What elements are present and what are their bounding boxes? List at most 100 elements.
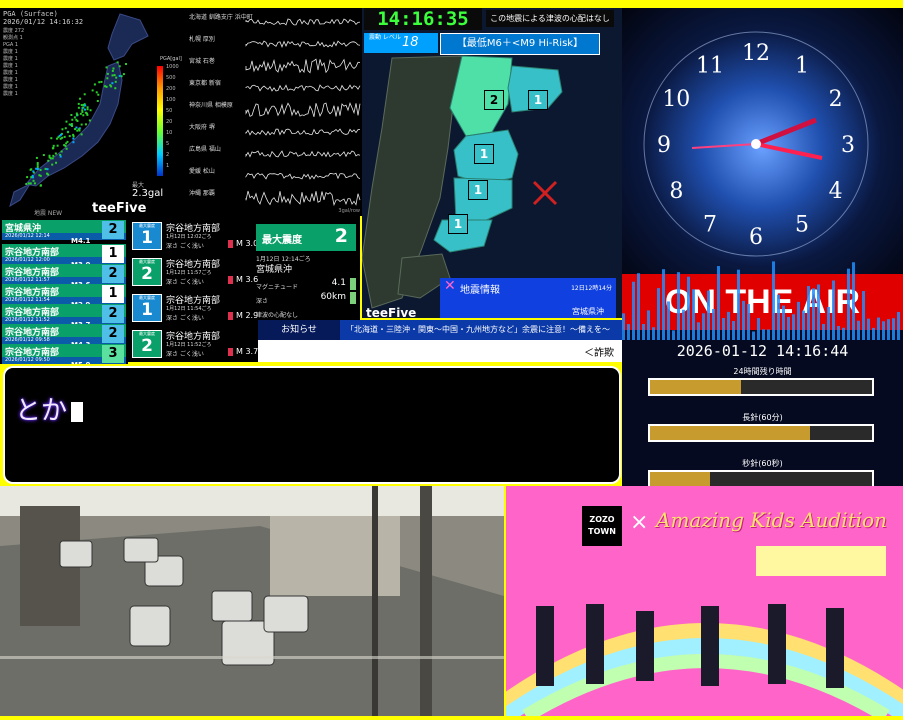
clock-number: 11 xyxy=(696,53,724,78)
intensity-badge-value: 2 xyxy=(141,264,153,284)
notice-ticker: お知らせ 「北海道・三陸沖・関東〜中国・九州地方など」余震に注意！〜備えを〜 ＜… xyxy=(258,320,622,362)
station-label: 神奈川県 相模原 xyxy=(189,102,233,109)
station-label: 沖縄 那覇 xyxy=(189,190,215,197)
event-magnitude: M5.0 xyxy=(71,361,90,364)
clock-number: 7 xyxy=(703,213,717,238)
intensity-badge: 最大震度 1 xyxy=(132,222,162,250)
event-date: 2026/01/12 12:00 xyxy=(5,257,50,263)
list-item[interactable]: 宗谷地方南部2026/01/12 09:58M4.32 xyxy=(2,324,126,349)
intensity-badge: 最大震度 2 xyxy=(132,258,162,286)
station-label: 北海道 釧路支庁 浜中町 xyxy=(189,14,253,21)
clock-number: 10 xyxy=(662,87,690,112)
clock-number: 4 xyxy=(829,179,843,204)
scale-tick-label: 1 xyxy=(166,163,170,169)
shindo-region-badge: 1 xyxy=(468,180,488,200)
event-date: 2026/01/12 11:52 xyxy=(5,317,50,323)
max-intensity-label: 最大震度 xyxy=(262,235,302,246)
shindo-map-panel: 2 1 1 1 1 14:16:35 この地震による津波の心配はなし 震動 レベ… xyxy=(362,8,622,318)
scale-tick-label: 2 xyxy=(166,152,170,158)
clock-panel: 12 1 2 3 4 5 6 7 8 9 10 11 ON THE AIR 2026-01-12 14… xyxy=(622,8,903,486)
event-date: 2026/01/12 11:54 xyxy=(5,297,50,303)
remaining-progress-fill xyxy=(650,380,742,394)
detail-depth: 深さ ごく浅い xyxy=(166,351,204,358)
teefive-logo: teeFive xyxy=(366,306,417,318)
remaining-label: 秒針(60秒) xyxy=(742,459,783,468)
notice-message: 「北海道・三陸沖・関東〜中国・九州地方など」余震に注意！〜備えを〜 xyxy=(346,325,610,334)
input-text: とか xyxy=(15,396,68,426)
shake-level-box: 震動 レベル 18 xyxy=(364,33,438,53)
zozotown-logo: ZOZO TOWN xyxy=(582,506,622,546)
shindo-region-badge: 2 xyxy=(484,90,504,110)
detail-magnitude: M 3.0 xyxy=(228,239,258,248)
scale-title: PGA[gal] xyxy=(160,56,182,62)
promo-title: Amazing Kids Audition xyxy=(656,508,887,532)
remaining-progress-fill xyxy=(650,472,710,486)
summary-region: 宮城県沖 xyxy=(256,265,293,275)
depth-indicator xyxy=(350,292,356,304)
detail-magnitude: M 2.9 xyxy=(228,311,258,320)
shindo-region-badge: 1 xyxy=(448,214,468,234)
detail-magnitude: M 3.7 xyxy=(228,347,258,356)
scale-tick-label: 500 xyxy=(166,75,176,81)
promo-video: ZOZO TOWN × Amazing Kids Audition xyxy=(506,486,903,716)
remaining-label: 24時間残り時間 xyxy=(733,367,792,376)
list-item[interactable]: 宗谷地方南部2026/01/12 11:54M2.91 xyxy=(2,284,126,309)
magnitude-marker xyxy=(228,347,233,356)
detail-depth: 深さ ごく浅い xyxy=(166,243,204,250)
shindo-region-badge: 1 xyxy=(474,144,494,164)
remaining-progress-bar xyxy=(648,378,874,396)
quake-info-time: 12日12時14分 xyxy=(571,285,612,292)
station-label: 愛媛 松山 xyxy=(189,168,215,175)
event-list: 宮城県沖 2026/01/12 12:14 M4.1 2 宗谷地方南部 2026/0… xyxy=(0,216,128,364)
event-date: 2026/01/12 09:50 xyxy=(5,357,50,363)
intensity-badge: 最大震度 1 xyxy=(132,294,162,322)
quake-info-box: ✕ 地震情報 12日12時14分 宮城県沖 xyxy=(440,278,616,318)
event-date: 2026/01/12 09:58 xyxy=(5,337,50,343)
event-intensity: 2 xyxy=(102,221,124,239)
list-item[interactable]: 宮城県沖 2026/01/12 12:14 M4.1 2 xyxy=(2,220,126,245)
text-caret xyxy=(71,401,84,422)
hour-hand xyxy=(755,117,817,147)
list-item[interactable]: 宗谷地方南部2026/01/12 12:00M3.01 xyxy=(2,244,126,269)
max-intensity-value: 2 xyxy=(334,225,348,247)
scale-tick-label: 50 xyxy=(166,108,173,114)
station-label: 広島県 福山 xyxy=(189,146,221,153)
clock-number: 2 xyxy=(829,87,843,112)
clock-number: 8 xyxy=(669,179,683,204)
pga-color-scale xyxy=(157,66,163,176)
minute-hand xyxy=(755,142,823,160)
magnitude-indicator xyxy=(350,278,356,290)
station-label: 東京都 新宿 xyxy=(189,80,221,87)
scam-warning: ＜詐欺 xyxy=(584,348,614,359)
remaining-label: 長針(60分) xyxy=(742,413,783,422)
intensity-badge-value: 1 xyxy=(141,228,153,248)
detail-time: 1月12日 11:57ごろ xyxy=(166,270,212,276)
no-tsunami-banner: この地震による津波の心配はなし xyxy=(486,10,614,27)
analog-clock: 12 12 3 45 6 78 9 1011 xyxy=(643,31,869,257)
list-item[interactable]: 宗谷地方南部2026/01/12 09:50M5.03 xyxy=(2,344,126,364)
depth-value: 60km xyxy=(320,292,346,302)
list-item[interactable]: 宗谷地方南部2026/01/12 11:52M3.72 xyxy=(2,304,126,329)
risk-banner: 【最低M6＋<M9 Hi-Risk】 xyxy=(440,33,600,55)
text-input-box[interactable]: とか xyxy=(3,366,621,484)
station-label: 宮城 石巻 xyxy=(189,58,215,65)
magnitude-marker xyxy=(228,275,233,284)
detail-depth: 深さ ごく浅い xyxy=(166,315,204,322)
event-intensity: 1 xyxy=(102,245,124,263)
scale-tick-label: 5 xyxy=(166,141,170,147)
max-gal-value: 2.3gal xyxy=(132,188,164,199)
magnitude-marker xyxy=(228,239,233,248)
event-date: 2026/01/12 11:57 xyxy=(5,277,50,283)
street-scene xyxy=(0,486,504,716)
shake-level-label: 震動 レベル xyxy=(369,34,401,41)
list-item[interactable]: 宗谷地方南部2026/01/12 11:57M3.62 xyxy=(2,264,126,289)
news-label: 地震 NEW xyxy=(34,210,63,216)
notice-label: お知らせ xyxy=(258,320,340,340)
intensity-badge-value: 2 xyxy=(141,336,153,356)
magnitude-marker xyxy=(228,311,233,320)
shindo-region-badge: 1 xyxy=(528,90,548,110)
event-intensity: 2 xyxy=(102,325,124,343)
collab-cross: × xyxy=(630,510,649,535)
epicenter-icon: ✕ xyxy=(444,278,456,294)
scale-tick-label: 1000 xyxy=(166,64,179,70)
